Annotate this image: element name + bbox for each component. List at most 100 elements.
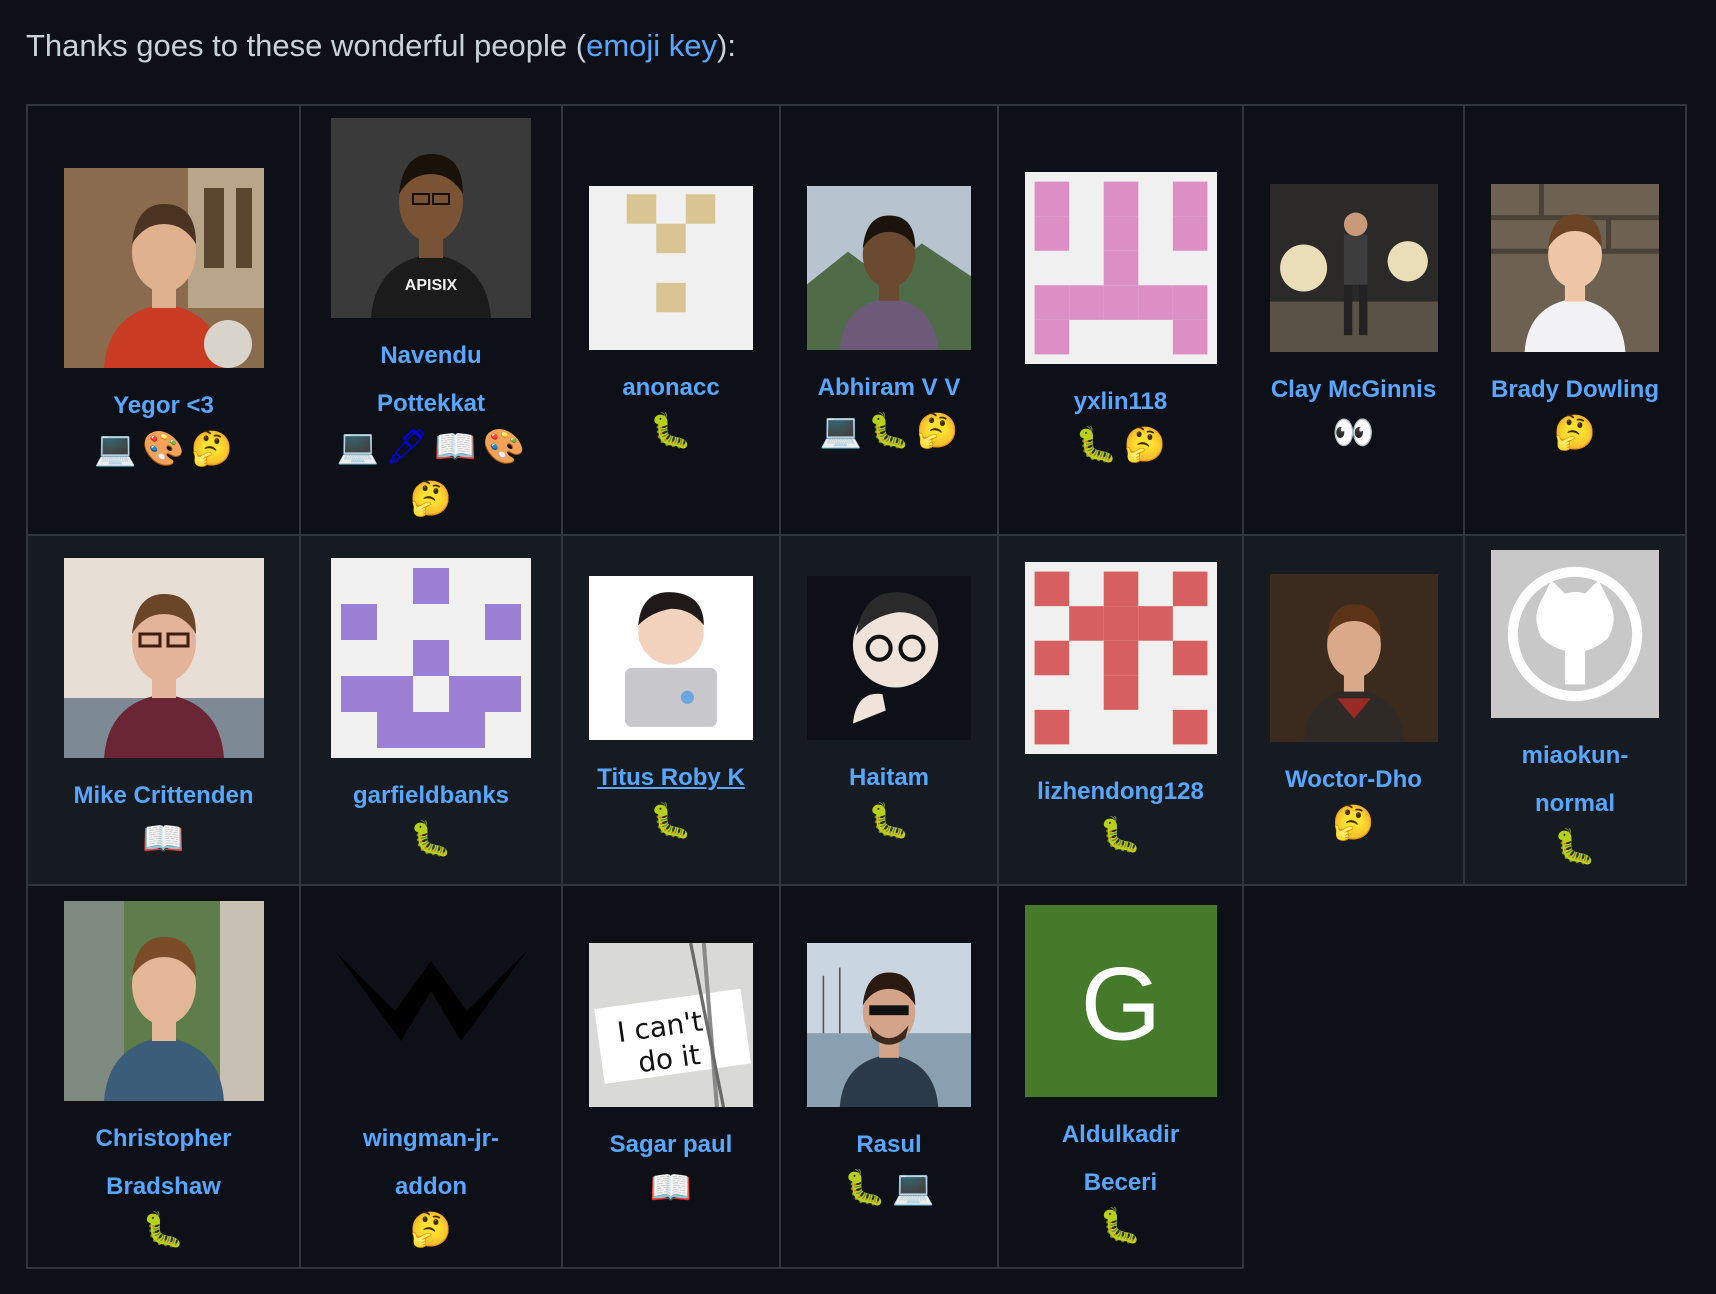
bug-icon[interactable]: 🐛 — [868, 408, 910, 454]
contributor-name-link[interactable]: garfieldbanks — [347, 772, 515, 820]
doc-icon[interactable]: 📖 — [650, 1165, 692, 1211]
contribution-list: 🐛 — [848, 798, 930, 844]
contributors-row-3: Christopher Bradshaw 🐛 wingman-jr-addon 🤔 … — [26, 884, 1686, 1269]
avatar[interactable]: I can't do it — [589, 942, 753, 1107]
bug-icon[interactable]: 🐛 — [1075, 422, 1117, 468]
contributor-name-link[interactable]: Brady Dowling — [1485, 366, 1665, 414]
bug-icon[interactable]: 🐛 — [1099, 1203, 1141, 1249]
avatar[interactable] — [807, 186, 971, 350]
review-icon[interactable]: 👀 — [1332, 410, 1374, 456]
avatar[interactable] — [1491, 550, 1659, 718]
ideas-icon[interactable]: 🤔 — [410, 1207, 452, 1253]
svg-text:G: G — [1080, 945, 1161, 1061]
ideas-icon[interactable]: 🤔 — [410, 476, 452, 522]
code-icon[interactable]: 💻 — [94, 426, 136, 472]
contributor-cell: Rasul 🐛 💻 — [779, 884, 999, 1269]
contribution-list: 💻 🎨 🤔 — [74, 426, 253, 472]
doc-icon[interactable]: 📖 — [434, 424, 476, 470]
contributor-card: Clay McGinnis 👀 — [1244, 184, 1463, 456]
contributor-name-link[interactable]: Haitam — [843, 754, 935, 802]
avatar[interactable] — [63, 558, 264, 758]
bug-icon[interactable]: 🐛 — [142, 1207, 184, 1253]
contributor-card: Titus Roby K 🐛 — [563, 576, 779, 844]
contributor-name-link[interactable]: wingman-jr-addon — [340, 1115, 522, 1211]
avatar[interactable] — [807, 942, 971, 1107]
contributor-name-link[interactable]: miaokun-normal — [1484, 732, 1666, 828]
contributor-card: yxlin118 🐛 🤔 — [999, 172, 1242, 468]
contribution-list: 🤔 — [1312, 800, 1394, 846]
contributor-name-link[interactable]: Clay McGinnis — [1265, 366, 1442, 414]
contributor-cell: garfieldbanks 🐛 — [299, 534, 563, 886]
contributor-cell: wingman-jr-addon 🤔 — [299, 884, 563, 1269]
intro-text: Thanks goes to these wonderful people (e… — [26, 28, 736, 64]
bug-icon[interactable]: 🐛 — [844, 1165, 886, 1211]
contributor-name-link[interactable]: lizhendong128 — [1031, 768, 1210, 816]
avatar[interactable] — [1491, 184, 1659, 352]
contribution-list: 🐛 💻 — [824, 1165, 955, 1211]
bug-icon[interactable]: 🐛 — [868, 798, 910, 844]
bug-icon[interactable]: 🐛 — [650, 798, 692, 844]
contributor-card: G Aldulkadir Beceri 🐛 — [999, 904, 1242, 1249]
contributor-card: Christopher Bradshaw 🐛 — [28, 900, 299, 1253]
bug-icon[interactable]: 🐛 — [1554, 824, 1596, 870]
avatar[interactable] — [807, 576, 971, 740]
bug-icon[interactable]: 🐛 — [1099, 812, 1141, 858]
avatar[interactable] — [1024, 562, 1217, 754]
contributor-name-link[interactable]: yxlin118 — [1068, 378, 1173, 426]
contributor-name-link[interactable]: Sagar paul — [604, 1121, 739, 1169]
contribution-list: 💻 🖋 📖 🎨 🤔 — [301, 424, 561, 522]
contributor-name-link[interactable]: anonacc — [616, 364, 725, 412]
bug-icon[interactable]: 🐛 — [410, 816, 452, 862]
avatar[interactable]: APISIX — [331, 118, 531, 318]
ideas-icon[interactable]: 🤔 — [916, 408, 958, 454]
contribution-list: 🐛 — [1534, 824, 1616, 870]
contributor-cell: Christopher Bradshaw 🐛 — [26, 884, 301, 1269]
ideas-icon[interactable]: 🤔 — [1332, 800, 1374, 846]
contributor-name-link[interactable]: Mike Crittenden — [67, 772, 259, 820]
contributor-cell: I can't do it Sagar paul 📖 — [561, 884, 781, 1269]
contributor-cell: Titus Roby K 🐛 — [561, 534, 781, 886]
contribution-list: 🤔 — [1534, 410, 1616, 456]
avatar[interactable] — [589, 576, 753, 740]
contributor-name-link[interactable]: Yegor <3 — [107, 382, 220, 430]
contributor-name-link[interactable]: Abhiram V V — [812, 364, 967, 412]
contributor-card: Woctor-Dho 🤔 — [1244, 574, 1463, 846]
avatar[interactable] — [1024, 172, 1217, 364]
avatar[interactable] — [1269, 184, 1438, 352]
contribution-list: 🐛 — [630, 408, 712, 454]
content-icon[interactable]: 🖋 — [385, 424, 428, 470]
empty-cell — [1464, 885, 1686, 1268]
ideas-icon[interactable]: 🤔 — [191, 426, 233, 472]
contribution-list: 🐛 — [122, 1207, 204, 1253]
avatar[interactable] — [589, 186, 753, 350]
ideas-icon[interactable]: 🤔 — [1124, 422, 1166, 468]
avatar[interactable] — [63, 900, 264, 1101]
contributor-cell: anonacc 🐛 — [561, 104, 781, 536]
doc-icon[interactable]: 📖 — [142, 816, 184, 862]
ideas-icon[interactable]: 🤔 — [1554, 410, 1596, 456]
avatar[interactable] — [1269, 574, 1438, 742]
contributor-name-link[interactable]: Navendu Pottekkat — [340, 332, 522, 428]
contributor-name-link[interactable]: Titus Roby K — [591, 754, 751, 802]
avatar[interactable] — [331, 900, 531, 1101]
design-icon[interactable]: 🎨 — [483, 424, 525, 470]
contributor-name-link[interactable]: Christopher Bradshaw — [73, 1115, 255, 1211]
contributor-cell: Abhiram V V 💻 🐛 🤔 — [779, 104, 999, 536]
emoji-key-link[interactable]: emoji key — [586, 28, 717, 63]
code-icon[interactable]: 💻 — [337, 424, 379, 470]
code-icon[interactable]: 💻 — [819, 408, 861, 454]
contributor-name-link[interactable]: Woctor-Dho — [1279, 756, 1428, 804]
avatar[interactable] — [331, 558, 531, 758]
contribution-list: 🐛 — [390, 816, 472, 862]
contributor-cell: Haitam 🐛 — [779, 534, 999, 886]
contributor-name-link[interactable]: Aldulkadir Beceri — [1030, 1111, 1212, 1207]
contributor-cell: lizhendong128 🐛 — [997, 534, 1244, 886]
design-icon[interactable]: 🎨 — [142, 426, 184, 472]
contributor-name-link[interactable]: Rasul — [850, 1121, 927, 1169]
avatar[interactable]: G — [1024, 904, 1217, 1097]
code-icon[interactable]: 💻 — [892, 1165, 934, 1211]
contributor-card: lizhendong128 🐛 — [999, 562, 1242, 858]
contributor-cell: miaokun-normal 🐛 — [1463, 534, 1687, 886]
bug-icon[interactable]: 🐛 — [650, 408, 692, 454]
avatar[interactable] — [63, 168, 264, 368]
